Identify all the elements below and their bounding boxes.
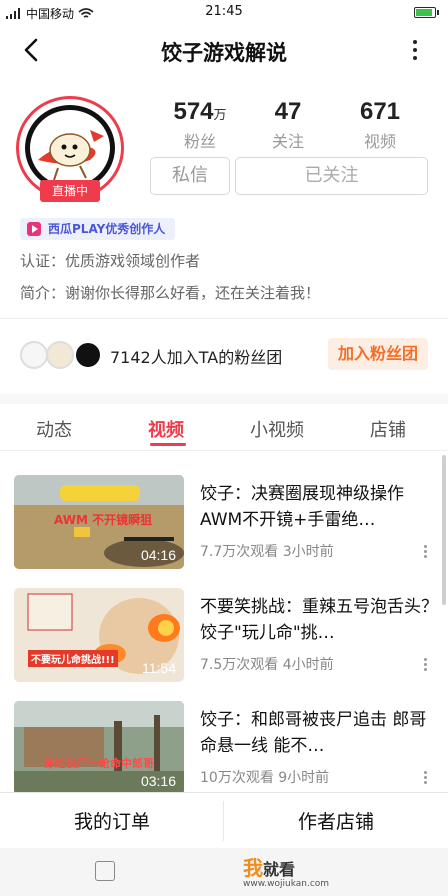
- section-gap: [0, 394, 448, 404]
- video-item[interactable]: AWM 不开镜瞬狙 04:16 饺子：决赛圈展现神级操作 AWM不开镜+手雷绝……: [0, 475, 448, 575]
- dumpling-mascot-icon: [38, 130, 104, 181]
- creator-badge-label: 西瓜PLAY优秀创作人: [48, 222, 166, 236]
- video-item[interactable]: 不要玩儿命挑战!!! 11:54 不要笑挑战：重辣五号泡舌头？饺子"玩儿命"挑……: [0, 588, 448, 688]
- content-tabs: 动态 视频 小视频 店铺: [0, 404, 448, 450]
- bottom-action-bar: 我的订单 作者店铺: [0, 792, 448, 848]
- creator-badge[interactable]: 西瓜PLAY优秀创作人: [20, 218, 176, 240]
- stat-fans-label: 粉丝: [183, 132, 216, 151]
- followed-button[interactable]: 已关注: [235, 157, 428, 195]
- stat-fans[interactable]: 574万 粉丝: [160, 98, 240, 152]
- watermark-brand-b: 就看: [263, 860, 296, 879]
- tab-dynamic[interactable]: 动态: [36, 416, 72, 442]
- divider: [0, 318, 448, 319]
- avatar-image: [25, 105, 115, 191]
- certification-text: 认证：优质游戏领域创作者: [20, 252, 201, 270]
- fan-club-row[interactable]: 7142人加入TA的粉丝团 加入粉丝团: [0, 334, 448, 376]
- more-options-icon[interactable]: [412, 40, 418, 62]
- video-title[interactable]: 饺子：和郎哥被丧尸追击 郎哥命悬一线 能不…: [200, 707, 438, 761]
- video-thumbnail[interactable]: 不要玩儿命挑战!!! 11:54: [14, 588, 184, 682]
- video-duration: 11:54: [142, 660, 176, 676]
- scrollbar[interactable]: [442, 455, 446, 605]
- video-thumbnail[interactable]: 穿过丧尸一枪命中郎哥 03:16: [14, 701, 184, 795]
- tab-shop[interactable]: 店铺: [370, 416, 406, 442]
- tab-short-videos[interactable]: 小视频: [250, 416, 304, 442]
- stat-fans-count: 574: [173, 98, 214, 125]
- xigua-play-icon: [27, 222, 41, 236]
- message-button[interactable]: 私信: [150, 157, 230, 195]
- video-duration: 04:16: [140, 547, 176, 563]
- video-meta: 7.5万次观看 4小时前: [200, 657, 334, 673]
- recent-apps-icon[interactable]: [95, 861, 115, 881]
- author-shop-button[interactable]: 作者店铺: [224, 807, 448, 834]
- video-meta: 10万次观看 9小时前: [200, 770, 330, 786]
- page-title: 饺子游戏解说: [161, 41, 287, 65]
- active-tab-indicator: [150, 443, 186, 446]
- stat-following[interactable]: 47 关注: [248, 98, 328, 152]
- fan-club-text: 7142人加入TA的粉丝团: [110, 348, 283, 367]
- thumb-caption: 穿过丧尸一枪命中郎哥: [44, 757, 154, 770]
- tab-videos[interactable]: 视频: [148, 416, 184, 442]
- video-title[interactable]: 饺子：决赛圈展现神级操作 AWM不开镜+手雷绝…: [200, 481, 438, 535]
- clock: 21:45: [205, 4, 243, 19]
- video-more-icon[interactable]: [424, 771, 428, 787]
- status-bar: 中国移动 21:45: [0, 0, 448, 26]
- stat-following-label: 关注: [271, 132, 304, 151]
- nav-bar: 饺子游戏解说: [0, 26, 448, 76]
- join-fan-club-button[interactable]: 加入粉丝团: [327, 338, 428, 370]
- battery-icon: [414, 7, 439, 18]
- fan-avatar: [46, 341, 74, 369]
- bio-text: 简介：谢谢你长得那么好看，还在关注着我！: [20, 284, 321, 302]
- thumb-caption: AWM 不开镜瞬狙: [54, 513, 153, 527]
- video-item[interactable]: 穿过丧尸一枪命中郎哥 03:16 饺子：和郎哥被丧尸追击 郎哥命悬一线 能不… …: [0, 701, 448, 801]
- video-duration: 03:16: [140, 773, 176, 789]
- video-thumbnail[interactable]: AWM 不开镜瞬狙 04:16: [14, 475, 184, 569]
- stat-videos-label: 视频: [363, 132, 396, 151]
- video-more-icon[interactable]: [424, 658, 428, 674]
- fan-avatar: [74, 341, 102, 369]
- divider: [0, 450, 448, 451]
- thumb-caption: 不要玩儿命挑战!!!: [28, 650, 118, 667]
- profile-stats: 574万 粉丝 47 关注 671 视频: [150, 98, 440, 158]
- stat-videos-count: 671: [359, 98, 401, 125]
- video-title[interactable]: 不要笑挑战：重辣五号泡舌头？饺子"玩儿命"挑…: [200, 594, 438, 648]
- video-more-icon[interactable]: [424, 545, 428, 561]
- live-badge[interactable]: 直播中: [40, 180, 100, 202]
- stat-videos[interactable]: 671 视频: [340, 98, 420, 152]
- video-meta: 7.7万次观看 3小时前: [200, 544, 334, 560]
- watermark-url: www.wojiukan.com: [243, 879, 330, 889]
- stat-fans-unit: 万: [213, 108, 227, 123]
- fan-avatar: [20, 341, 48, 369]
- system-nav-bar: [0, 848, 448, 896]
- my-orders-button[interactable]: 我的订单: [0, 807, 224, 834]
- watermark-brand-a: 我: [243, 856, 263, 880]
- watermark: 我就看 www.wojiukan.com: [243, 852, 329, 889]
- stat-following-count: 47: [274, 98, 302, 125]
